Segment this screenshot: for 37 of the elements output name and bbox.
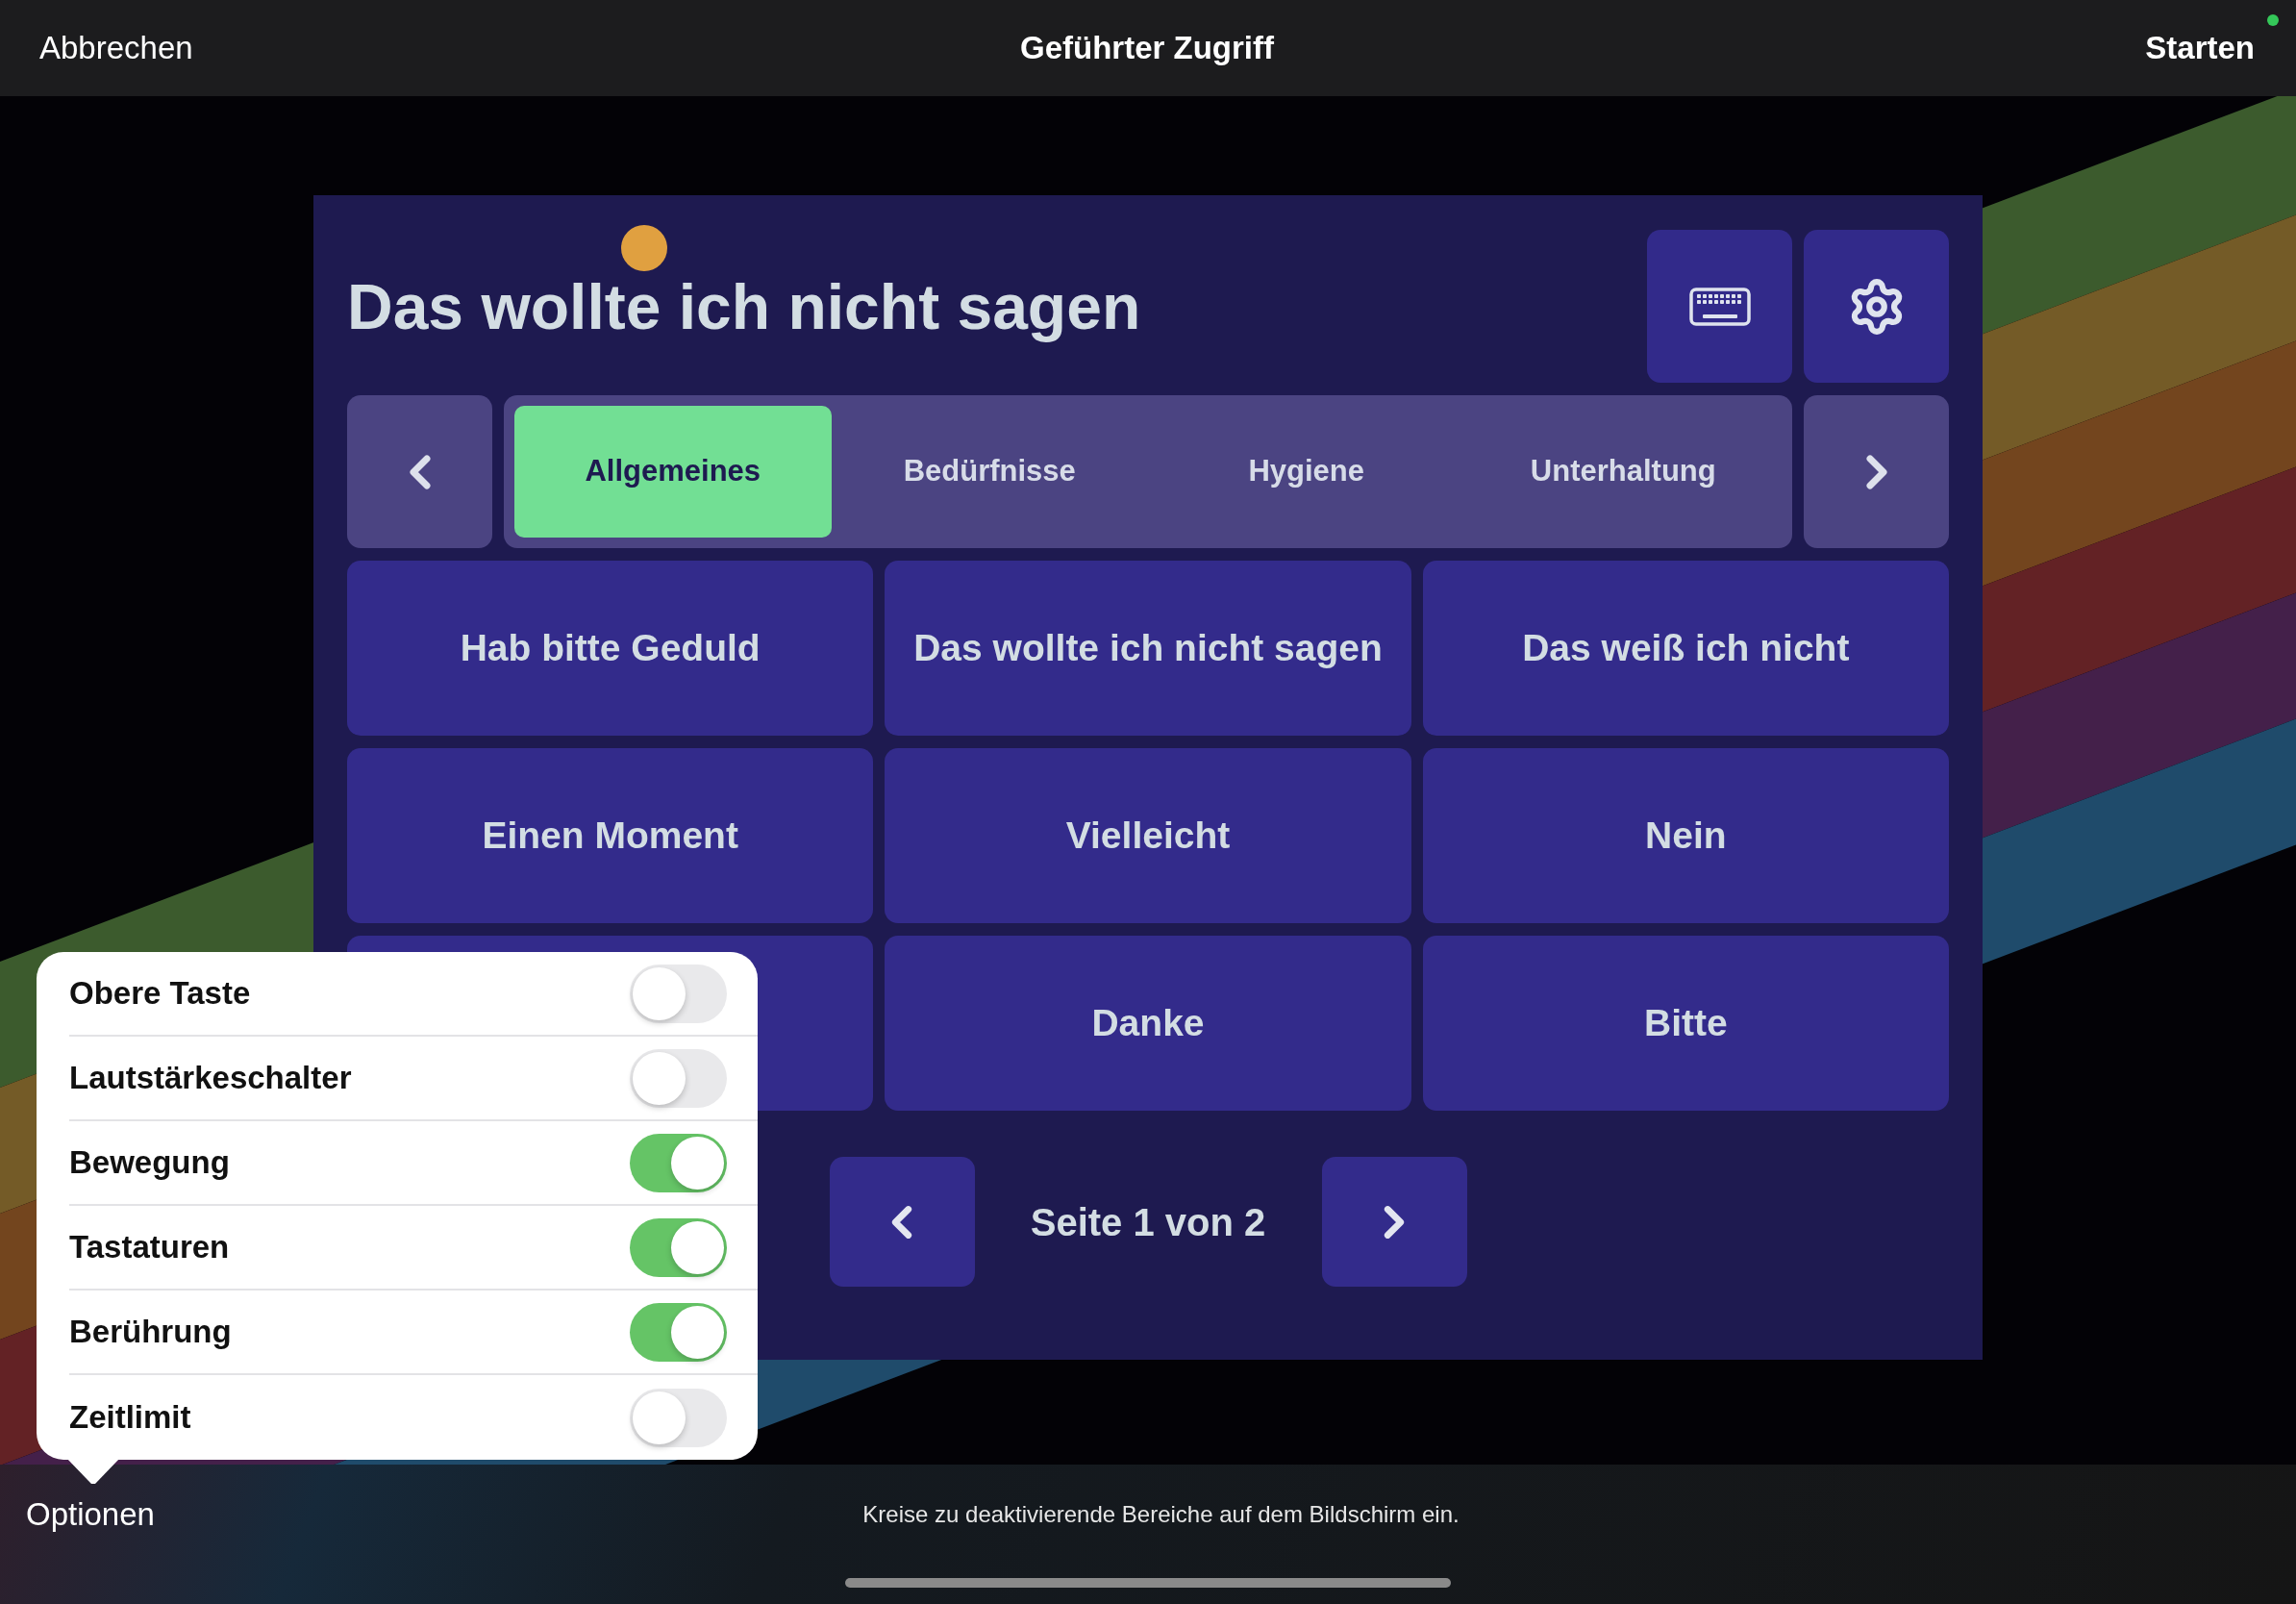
options-button[interactable]: Optionen	[26, 1491, 155, 1539]
hint-text: Kreise zu deaktivierende Bereiche auf dem Bildschirm ein.	[862, 1500, 1460, 1529]
phrase-button[interactable]: Vielleicht	[885, 748, 1411, 923]
option-label: Tastaturen	[69, 1228, 230, 1267]
keyboard-button[interactable]	[1647, 230, 1792, 383]
option-label: Lautstärkeschalter	[69, 1059, 352, 1098]
phrase-button[interactable]: Bitte	[1422, 936, 1949, 1111]
category-tab[interactable]: Unterhaltung	[1464, 406, 1782, 538]
toggle-switch[interactable]	[630, 1217, 727, 1277]
cancel-button[interactable]: Abbrechen	[39, 24, 193, 72]
category-tab[interactable]: Hygiene	[1148, 406, 1465, 538]
toggle-switch[interactable]	[630, 1388, 727, 1447]
phrase-button[interactable]: Nein	[1422, 748, 1949, 923]
phrase-button[interactable]: Hab bitte Geduld	[347, 561, 874, 736]
option-label: Bewegung	[69, 1143, 230, 1183]
settings-button[interactable]	[1804, 230, 1949, 383]
option-label: Zeitlimit	[69, 1398, 191, 1438]
toggle-switch[interactable]	[630, 1133, 727, 1192]
previous-category-button[interactable]	[347, 395, 492, 548]
page-indicator: Seite 1 von 2	[1030, 1199, 1266, 1245]
phrase-button[interactable]: Danke	[885, 936, 1411, 1111]
toggle-switch[interactable]	[630, 964, 727, 1023]
phrase-button[interactable]: Einen Moment	[347, 748, 874, 923]
option-label: Berührung	[69, 1313, 232, 1352]
keyboard-icon	[1688, 287, 1751, 326]
start-button[interactable]: Starten	[2145, 24, 2255, 72]
phrase-button[interactable]: Das wollte ich nicht sagen	[885, 561, 1411, 736]
category-tab[interactable]: Allgemeines	[514, 406, 832, 538]
toggle-switch[interactable]	[630, 1302, 727, 1362]
next-page-button[interactable]	[1321, 1157, 1467, 1287]
toggle-switch[interactable]	[630, 1048, 727, 1108]
next-category-button[interactable]	[1804, 395, 1949, 548]
phrase-button[interactable]: Das weiß ich nicht	[1422, 561, 1949, 736]
previous-page-button[interactable]	[829, 1157, 975, 1287]
option-label: Obere Taste	[69, 974, 251, 1014]
category-tab[interactable]: Bedürfnisse	[831, 406, 1148, 538]
window-title: Geführter Zugriff	[1020, 29, 1274, 68]
